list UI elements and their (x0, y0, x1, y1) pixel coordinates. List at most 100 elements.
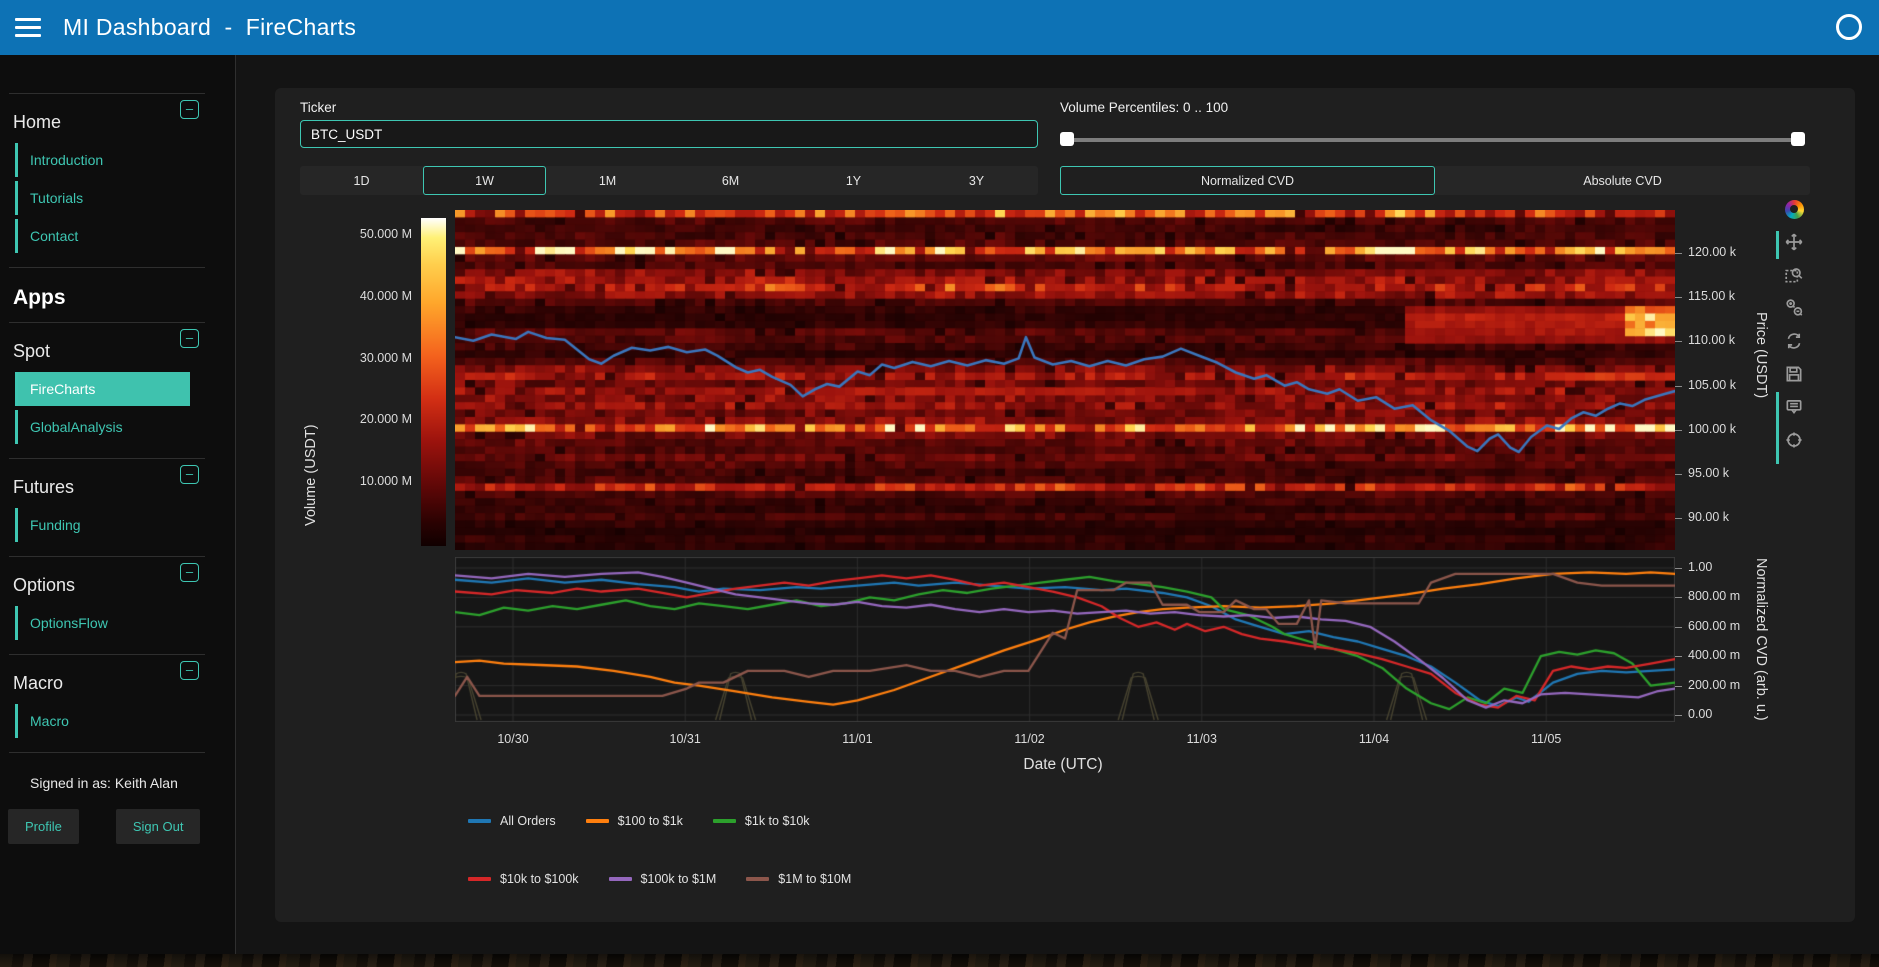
cvd-axis-title: Normalized CVD (arb. u.) (1753, 558, 1769, 721)
section-heading: Macro (13, 673, 235, 694)
sidebar-item-globalanalysis[interactable]: GlobalAnalysis (15, 410, 235, 444)
legend-item-all-orders[interactable]: All Orders (468, 814, 556, 828)
legend-row-2: $10k to $100k $100k to $1M $1M to $10M (468, 872, 851, 886)
colorbar-tick: 50.000 M (330, 227, 412, 241)
collapse-icon[interactable] (180, 661, 199, 680)
colorbar (421, 218, 446, 546)
hover-tooltip-icon[interactable] (1781, 394, 1807, 420)
sign-out-button[interactable]: Sign Out (116, 809, 201, 844)
legend-swatch (609, 877, 632, 881)
absolute-cvd-button[interactable]: Absolute CVD (1435, 166, 1810, 195)
reset-axes-icon[interactable] (1781, 328, 1807, 354)
legend-item-10k-100k[interactable]: $10k to $100k (468, 872, 579, 886)
hamburger-menu-icon[interactable] (15, 18, 41, 37)
slider-handle-high[interactable] (1791, 132, 1805, 146)
sidebar-item-macro[interactable]: Macro (15, 704, 235, 738)
legend-item-1m-10m[interactable]: $1M to $10M (746, 872, 851, 886)
sidebar-section-apps-label: Apps (0, 268, 235, 322)
axis-tick-mark (1675, 386, 1682, 387)
sidebar-item-firecharts[interactable]: FireCharts (15, 372, 235, 406)
signed-in-text: Signed in as: Keith Alan (30, 775, 235, 791)
date-tick: 11/01 (827, 732, 887, 746)
date-axis-title: Date (UTC) (963, 756, 1163, 774)
volume-percentile-slider (1060, 132, 1805, 146)
date-tick: 11/03 (1172, 732, 1232, 746)
volume-heatmap-chart[interactable] (455, 210, 1675, 550)
sidebar-item-optionsflow[interactable]: OptionsFlow (15, 606, 235, 640)
legend-item-100-1k[interactable]: $100 to $1k (586, 814, 683, 828)
modebar-active-indicator (1776, 231, 1779, 259)
price-tick: 110.00 k (1688, 333, 1758, 347)
top-app-bar: MI Dashboard - FireCharts (0, 0, 1879, 55)
cvd-toggle-group: Normalized CVD Absolute CVD (1060, 166, 1810, 195)
legend-swatch (713, 819, 736, 823)
zoom-in-out-icon[interactable] (1781, 295, 1807, 321)
price-tick: 100.00 k (1688, 422, 1758, 436)
price-axis-title: Price (USDT) (1753, 312, 1769, 398)
sidebar-item-tutorials[interactable]: Tutorials (15, 181, 235, 215)
sidebar-section-macro: Macro Macro (0, 655, 235, 752)
range-button-6m[interactable]: 6M (669, 166, 792, 195)
normalized-cvd-button[interactable]: Normalized CVD (1060, 166, 1435, 195)
legend-row-1: All Orders $100 to $1k $1k to $10k (468, 814, 810, 828)
range-button-1m[interactable]: 1M (546, 166, 669, 195)
axis-tick-mark (1675, 518, 1682, 519)
axis-tick-mark (1675, 627, 1682, 628)
apps-heading: Apps (13, 286, 235, 310)
axis-tick-mark (1675, 568, 1682, 569)
range-button-1w[interactable]: 1W (423, 166, 546, 195)
collapse-icon[interactable] (180, 563, 199, 582)
cvd-line-chart[interactable] (455, 557, 1675, 722)
price-tick: 120.00 k (1688, 245, 1758, 259)
colorbar-tick: 40.000 M (330, 289, 412, 303)
axis-tick-mark (1675, 597, 1682, 598)
plotly-logo-icon[interactable] (1781, 196, 1807, 222)
axis-tick-mark (1675, 686, 1682, 687)
pan-icon[interactable] (1781, 229, 1807, 255)
slider-handle-low[interactable] (1060, 132, 1074, 146)
collapse-icon[interactable] (180, 329, 199, 348)
crosshair-icon[interactable] (1781, 427, 1807, 453)
save-icon[interactable] (1781, 361, 1807, 387)
sidebar-section-futures: Futures Funding (0, 459, 235, 556)
box-zoom-icon[interactable] (1781, 262, 1807, 288)
range-button-3y[interactable]: 3Y (915, 166, 1038, 195)
legend-swatch (586, 819, 609, 823)
price-tick: 115.00 k (1688, 289, 1758, 303)
axis-tick-mark (1675, 656, 1682, 657)
background-texture-strip (0, 954, 1879, 967)
section-heading: Spot (13, 341, 235, 362)
range-button-1d[interactable]: 1D (300, 166, 423, 195)
collapse-icon[interactable] (180, 465, 199, 484)
legend-swatch (468, 877, 491, 881)
profile-button[interactable]: Profile (8, 809, 79, 844)
axis-tick-mark (1675, 715, 1682, 716)
volume-axis-title: Volume (USDT) (303, 424, 319, 526)
legend-item-100k-1m[interactable]: $100k to $1M (609, 872, 717, 886)
ticker-input[interactable] (300, 120, 1038, 148)
collapse-icon[interactable] (180, 100, 199, 119)
date-tick: 11/02 (1000, 732, 1060, 746)
sidebar-item-funding[interactable]: Funding (15, 508, 235, 542)
axis-tick-mark (1675, 253, 1682, 254)
legend-swatch (468, 819, 491, 823)
app-title: MI Dashboard - FireCharts (63, 14, 356, 41)
range-button-1y[interactable]: 1Y (792, 166, 915, 195)
date-tick: 11/04 (1344, 732, 1404, 746)
volume-percentiles-label: Volume Percentiles: 0 .. 100 (1060, 100, 1228, 115)
date-tick: 11/05 (1516, 732, 1576, 746)
section-heading: Options (13, 575, 235, 596)
colorbar-tick: 20.000 M (330, 412, 412, 426)
ticker-label: Ticker (300, 100, 336, 115)
sidebar-section-home: Home Introduction Tutorials Contact (0, 94, 235, 267)
sidebar-item-contact[interactable]: Contact (15, 219, 235, 253)
main-panel: Ticker 1D 1W 1M 6M 1Y 3Y Volume Percenti… (275, 88, 1855, 922)
user-circle-icon[interactable] (1836, 14, 1862, 40)
axis-tick-mark (1675, 341, 1682, 342)
sidebar-section-options: Options OptionsFlow (0, 557, 235, 654)
sidebar-item-introduction[interactable]: Introduction (15, 143, 235, 177)
slider-track[interactable] (1060, 138, 1805, 142)
date-tick: 10/30 (483, 732, 543, 746)
legend-item-1k-10k[interactable]: $1k to $10k (713, 814, 810, 828)
chart-modebar (1781, 196, 1807, 453)
